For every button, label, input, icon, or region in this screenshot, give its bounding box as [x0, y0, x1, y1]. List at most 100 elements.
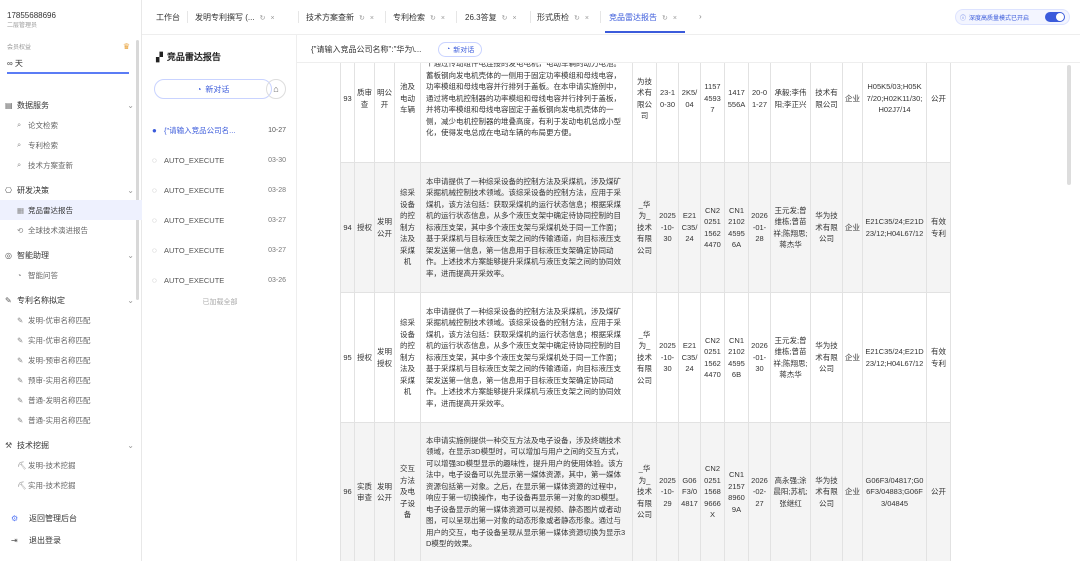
- table-row: 95 授权 发明授权 综采设备的控制方法及采煤机 本申请提供了一种综采设备的控制方法及采…: [340, 292, 951, 423]
- sidebar-group[interactable]: ⎔ 研发决策 ⌄: [0, 181, 142, 200]
- deep-mode-toggle[interactable]: ⓘ 深度高质量模式已开启: [954, 9, 1070, 25]
- tab-label: 26.3答复: [465, 13, 497, 22]
- sidebar-item[interactable]: ⌕ 专利检索: [0, 135, 142, 155]
- sidebar-item[interactable]: ▦ 竞品雷达报告: [0, 200, 142, 220]
- close-icon[interactable]: ×: [673, 15, 677, 22]
- chevron-down-icon: ⌄: [127, 441, 134, 450]
- sidebar-item[interactable]: ✎ 普通-发明名称匹配: [0, 390, 142, 410]
- cell-status: 实质审查: [354, 422, 375, 561]
- close-icon[interactable]: ×: [270, 15, 274, 22]
- sidebar-group[interactable]: ◎ 智能助理 ⌄: [0, 246, 142, 265]
- sidebar-item-label: 普通-实用名称匹配: [28, 415, 91, 425]
- refresh-icon[interactable]: ↻: [574, 15, 580, 22]
- new-chat-label: 新对话: [205, 84, 230, 94]
- sidebar-item[interactable]: ⛏ 实用-技术挖掘: [0, 475, 142, 495]
- toggle-switch[interactable]: [1045, 12, 1065, 22]
- new-chat-button[interactable]: ◔ 新对话: [154, 79, 272, 99]
- close-icon[interactable]: ×: [441, 15, 445, 22]
- sidebar-group[interactable]: ▤ 数据服务 ⌄: [0, 96, 142, 115]
- close-icon[interactable]: ×: [512, 15, 516, 22]
- logout-button[interactable]: ⇥ 退出登录: [0, 530, 142, 550]
- chevron-down-icon: ⌄: [127, 101, 134, 110]
- refresh-icon[interactable]: ↻: [430, 15, 436, 22]
- sidebar-item[interactable]: ⌕ 论文检索: [0, 115, 142, 135]
- conversation-title: AUTO_EXECUTE: [164, 155, 225, 165]
- sidebar-item[interactable]: ✎ 发明-预审名称匹配: [0, 350, 142, 370]
- chat-bubble-icon: ◌: [152, 215, 157, 225]
- active-tab-indicator: [605, 31, 685, 33]
- sidebar-item[interactable]: ◔ 智能问答: [0, 265, 142, 285]
- sidebar-item-label: 普通-发明名称匹配: [28, 395, 91, 405]
- conversation-item[interactable]: ◌ AUTO_EXECUTE 03-27: [150, 205, 290, 235]
- chevron-down-icon: ⌄: [127, 251, 134, 260]
- tab-reply[interactable]: 26.3答复 ↻ ×: [465, 12, 517, 23]
- assistant-icon: ◎: [5, 251, 12, 260]
- tab-workbench[interactable]: 工作台: [156, 12, 180, 23]
- sidebar-item[interactable]: ⟲ 全球技术演进报告: [0, 220, 142, 240]
- cell-type: 发明授权: [374, 292, 395, 423]
- refresh-icon[interactable]: ↻: [260, 15, 266, 22]
- cell-pub-date: 2026-01-28: [748, 162, 771, 293]
- cell-appno: CN2025115624470: [700, 292, 725, 423]
- sidebar-group[interactable]: ⚒ 技术挖掘 ⌄: [0, 436, 142, 455]
- home-button[interactable]: ⌂: [266, 79, 286, 99]
- tab-separator: [385, 11, 386, 23]
- close-icon[interactable]: ×: [585, 15, 589, 22]
- tab-separator: [298, 11, 299, 23]
- chat-bubble-icon: ◔: [446, 46, 451, 53]
- chat-bubble-icon: ◌: [152, 245, 157, 255]
- sidebar-item-label: 实用-优审名称匹配: [28, 335, 91, 345]
- refresh-icon[interactable]: ↻: [359, 15, 365, 22]
- sidebar-item[interactable]: ✎ 发明-优审名称匹配: [0, 310, 142, 330]
- refresh-icon[interactable]: ↻: [662, 15, 668, 22]
- sidebar-item[interactable]: ⛏ 发明-技术挖掘: [0, 455, 142, 475]
- sidebar-item[interactable]: ✎ 实用-优审名称匹配: [0, 330, 142, 350]
- link-icon: ⟲: [17, 225, 24, 235]
- cell-org: 企业: [842, 292, 863, 423]
- search-icon: ⌕: [17, 160, 22, 169]
- info-icon: ⓘ: [959, 15, 966, 22]
- chat-bubble-icon: ◌: [152, 155, 157, 165]
- tab-patent-search[interactable]: 专利检索 ↻ ×: [393, 12, 445, 23]
- sidebar-item-label: 发明-技术挖掘: [28, 460, 76, 470]
- cell-owner: 华为技术有限公司: [810, 162, 843, 293]
- vip-panel[interactable]: 会员权益 ♛ ∞ 天: [7, 42, 135, 74]
- cell-abstract: 本申请提供了一种综采设备的控制方法及采煤机，涉及煤矿采掘机械控制技术领域。该综采…: [420, 292, 633, 423]
- main-scrollbar[interactable]: [1067, 65, 1071, 185]
- conversation-item[interactable]: ● {"请输入竞品公司名... 10-27: [150, 115, 290, 145]
- conversation-item[interactable]: ◌ AUTO_EXECUTE 03-30: [150, 145, 290, 175]
- conversation-date: 03-26: [268, 276, 286, 284]
- tab-format-check[interactable]: 形式质检 ↻ ×: [537, 12, 589, 23]
- back-to-admin-button[interactable]: ⚙ 返回管理后台: [0, 508, 142, 528]
- tab-competitor-radar[interactable]: 竞品雷达报告 ↻ ×: [609, 12, 677, 23]
- conversation-item[interactable]: ◌ AUTO_EXECUTE 03-26: [150, 265, 290, 295]
- cell-ipc: E21C35/24;E21D23/12;H04L67/12: [862, 162, 927, 293]
- radar-logo-icon: ▞: [156, 52, 163, 62]
- cell-inventor: 王元发;曾维栋;曾苗祥;陈翔思;蒋杰华: [770, 162, 811, 293]
- deep-mode-label: 深度高质量模式已开启: [968, 15, 1029, 22]
- sidebar-item[interactable]: ✎ 预审-实用名称匹配: [0, 370, 142, 390]
- sidebar-group-label: 数据服务: [17, 101, 49, 110]
- conversation-title: AUTO_EXECUTE: [164, 185, 225, 195]
- tab-separator: [456, 11, 457, 23]
- conversation-item[interactable]: ◌ AUTO_EXECUTE 03-27: [150, 235, 290, 265]
- home-icon: ⌂: [273, 84, 279, 94]
- conversation-date: 03-27: [268, 216, 286, 224]
- conversation-title: {"请输入竞品公司名...: [164, 125, 236, 135]
- tab-patent-writing[interactable]: 发明专利撰写 (... ↻ ×: [195, 12, 275, 23]
- cell-org: 企业: [842, 162, 863, 293]
- sidebar-item[interactable]: ✎ 普通-实用名称匹配: [0, 410, 142, 430]
- cell-abstract: 本申请提供了一种综采设备的控制方法及采煤机，涉及煤矿采掘机械控制技术领域。该综采…: [420, 162, 633, 293]
- tab-novelty-search[interactable]: 技术方案查新 ↻ ×: [306, 12, 374, 23]
- conversation-item[interactable]: ◌ AUTO_EXECUTE 03-28: [150, 175, 290, 205]
- cell-no: 96: [340, 422, 355, 561]
- sidebar-item[interactable]: ⌕ 技术方案查新: [0, 155, 142, 175]
- cell-legal: 公开: [926, 422, 951, 561]
- sidebar-group[interactable]: ✎ 专利名称拟定 ⌄: [0, 291, 142, 310]
- new-chat-small-button[interactable]: ◔ 新对话: [438, 42, 483, 57]
- tab-label: 发明专利撰写 (...: [195, 13, 255, 22]
- close-icon[interactable]: ×: [370, 15, 374, 22]
- refresh-icon[interactable]: ↻: [502, 15, 508, 22]
- tab-scroll-right-icon[interactable]: ›: [699, 12, 702, 21]
